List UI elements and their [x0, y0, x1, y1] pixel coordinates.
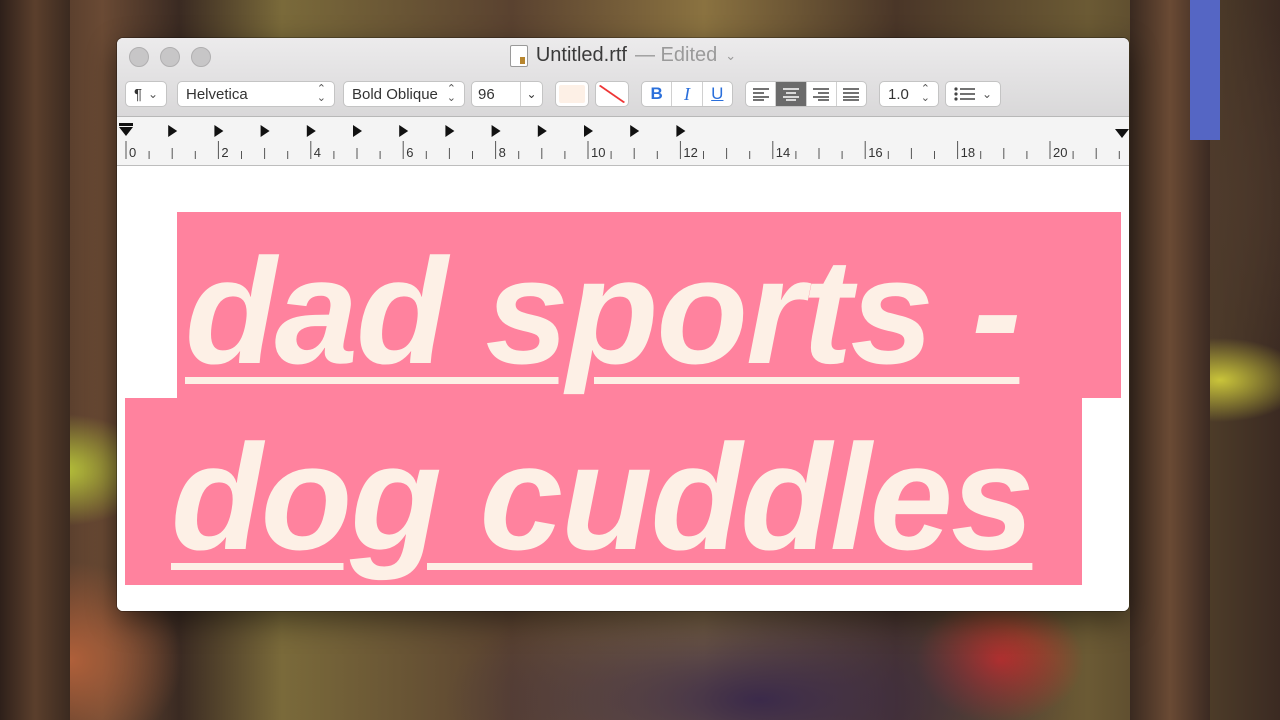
ruler-label: 4	[313, 145, 322, 160]
document-text-line[interactable]: dog cuddles	[171, 422, 1034, 572]
ruler-label: 6	[406, 145, 414, 160]
first-line-indent-marker[interactable]	[119, 123, 133, 126]
bold-button[interactable]: B	[642, 82, 673, 106]
tab-stop-marker[interactable]	[584, 125, 593, 137]
ruler-label: 10	[591, 145, 606, 160]
tab-stop-marker[interactable]	[676, 125, 686, 137]
line-spacing-popup[interactable]: 1.0 ⌃ ⌄	[879, 81, 939, 107]
tab-stop-marker[interactable]	[168, 125, 178, 137]
background-hanging-cloth	[1190, 0, 1220, 140]
ruler[interactable]: 0 2 4 6 8 10 12 14 16 18 20	[117, 117, 1129, 166]
list-style-popup[interactable]: ⌄	[945, 81, 1001, 107]
tab-stop-marker[interactable]	[630, 125, 640, 137]
up-down-chevron-icon: ⌃ ⌄	[316, 83, 326, 104]
chevron-down-icon[interactable]: ⌄	[725, 48, 736, 64]
tab-stop-marker[interactable]	[537, 125, 547, 137]
tab-stop-marker[interactable]	[353, 125, 362, 137]
align-right-icon	[813, 88, 830, 101]
tab-stop-marker[interactable]	[491, 125, 501, 137]
font-family-popup[interactable]: Helvetica ⌃ ⌄	[177, 81, 335, 107]
ruler-label: 12	[683, 145, 698, 160]
pilcrow-icon: ¶	[134, 85, 143, 103]
ruler-label: 14	[775, 145, 791, 160]
align-center-button[interactable]	[776, 82, 807, 106]
window-title: Untitled.rtf — Edited ⌄	[117, 44, 1129, 67]
justify-button[interactable]	[837, 82, 866, 106]
line-spacing-value: 1.0	[888, 85, 909, 103]
tab-stop-marker[interactable]	[399, 125, 409, 137]
tab-stop-marker[interactable]	[260, 125, 270, 137]
font-family-value: Helvetica	[186, 85, 248, 103]
tab-stop-marker[interactable]	[214, 125, 224, 137]
tab-stop-marker[interactable]	[306, 125, 316, 137]
textedit-window: Untitled.rtf — Edited ⌄ ¶ ⌄ Helvetica ⌃ ⌄…	[117, 38, 1129, 611]
bulleted-list-icon	[954, 87, 975, 101]
ruler-label: 16	[868, 145, 883, 160]
text-color-swatch	[559, 85, 585, 103]
typeface-popup[interactable]: Bold Oblique ⌃ ⌄	[343, 81, 465, 107]
up-down-chevron-icon: ⌃ ⌄	[446, 83, 456, 104]
background-color-well[interactable]	[595, 81, 629, 107]
document-name: Untitled.rtf	[535, 44, 627, 66]
no-color-swatch-icon	[599, 85, 625, 103]
up-down-chevron-icon: ⌃ ⌄	[920, 83, 930, 104]
typeface-value: Bold Oblique	[352, 85, 438, 103]
align-right-button[interactable]	[807, 82, 837, 106]
ruler-label: 0	[129, 145, 137, 160]
ruler-label: 20	[1053, 145, 1068, 160]
underline-button[interactable]: U	[703, 82, 732, 106]
chevron-down-icon[interactable]: ⌄	[521, 82, 542, 106]
tab-stop-marker[interactable]	[445, 125, 455, 137]
ruler-label: 2	[221, 145, 229, 160]
text-color-well[interactable]	[555, 81, 589, 107]
paragraph-style-popup[interactable]: ¶ ⌄	[125, 81, 167, 107]
rtf-document-icon	[509, 44, 528, 67]
right-margin-marker[interactable]	[1115, 129, 1129, 138]
left-indent-marker[interactable]	[119, 127, 133, 136]
ruler-label: 18	[960, 145, 976, 160]
edited-status[interactable]: — Edited	[635, 44, 717, 67]
align-left-button[interactable]	[746, 82, 777, 106]
chevron-down-icon: ⌄	[981, 86, 992, 101]
ruler-label: 8	[498, 145, 506, 160]
align-center-icon	[782, 88, 799, 101]
background-tree-trunk	[0, 0, 70, 720]
document-text-line[interactable]: dad sports -	[185, 236, 1021, 386]
align-left-icon	[752, 88, 769, 101]
document-body[interactable]: dad sports - dog cuddles	[117, 166, 1129, 611]
ruler-ticks	[119, 123, 1129, 159]
title-bar[interactable]: Untitled.rtf — Edited ⌄ ¶ ⌄ Helvetica ⌃ ⌄…	[117, 38, 1129, 117]
justify-icon	[843, 88, 860, 101]
font-size-field[interactable]: 96	[472, 82, 521, 106]
italic-button[interactable]: I	[672, 82, 703, 106]
font-size-combo[interactable]: 96 ⌄	[471, 81, 543, 107]
format-toolbar: ¶ ⌄ Helvetica ⌃⌄ Bold Oblique ⌃⌄ 96 ⌄	[125, 81, 1121, 107]
font-style-buttons: B I U	[641, 81, 733, 107]
chevron-down-icon: ⌄	[147, 86, 158, 101]
alignment-buttons	[745, 81, 867, 107]
